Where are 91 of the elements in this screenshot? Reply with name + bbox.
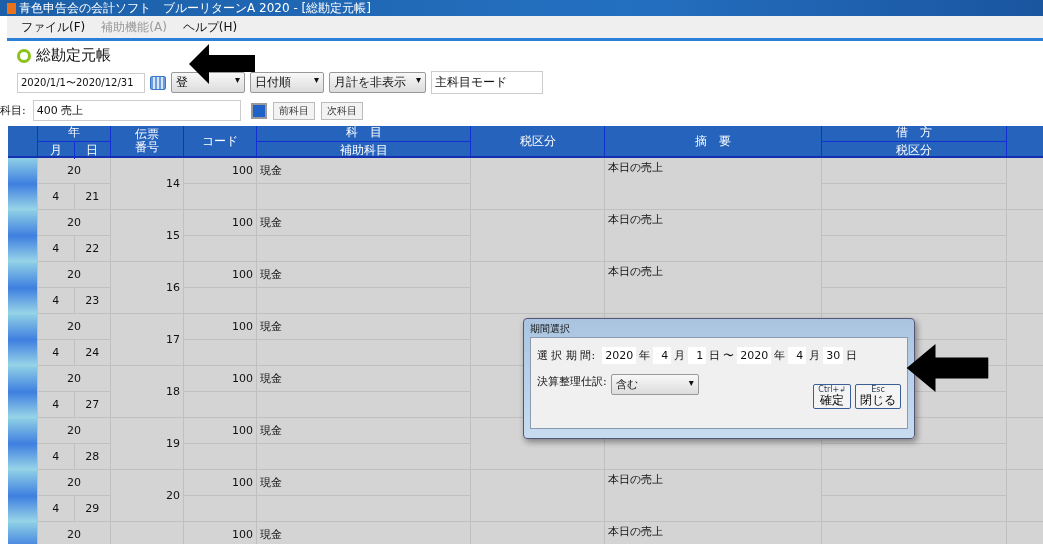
unit-label: 年 xyxy=(639,348,651,363)
table-cell-text: 4 xyxy=(51,293,61,309)
dialog-button[interactable]: Esc 閉じる xyxy=(855,384,901,409)
column-header: 摘 要 xyxy=(604,126,821,156)
table-cell: 現金 xyxy=(257,366,470,392)
table-cell: 20 xyxy=(38,314,110,340)
unit-label: 月 xyxy=(674,348,686,363)
table-cell: 20 xyxy=(38,470,110,496)
window-title: 青色申告会の会計ソフト ブルーリターンA 2020 - [総勘定元帳] xyxy=(19,0,371,17)
nav-button[interactable]: 前科目 xyxy=(272,101,315,120)
table-cell: 現金 xyxy=(257,470,470,496)
page-title: 総勘定元帳 xyxy=(36,46,111,65)
table-cell: 28 xyxy=(73,444,110,469)
table-cell-text: 4 xyxy=(51,241,61,257)
table-cell: 20 xyxy=(38,522,110,544)
column-header: 月 xyxy=(48,141,63,159)
closing-dropdown[interactable]: 含む ▾ xyxy=(610,374,699,395)
table-cell: 20 xyxy=(38,262,110,288)
account-field[interactable]: 400 売上 xyxy=(32,100,241,121)
calendar-icon[interactable] xyxy=(150,75,166,90)
table-cell: 現金 xyxy=(257,522,470,544)
table-cell-text: 4 xyxy=(51,397,61,413)
month-field[interactable]: 4 xyxy=(653,347,672,364)
menu-item[interactable]: ファイル(F) xyxy=(21,18,86,36)
dropdown[interactable]: 月計を非表示 ▾ xyxy=(329,72,427,93)
square-icon[interactable] xyxy=(250,102,267,119)
dropdown[interactable]: 日付順 ▾ xyxy=(250,72,324,93)
table-cell: 現金 xyxy=(257,262,470,288)
unit-label: 月 xyxy=(809,348,821,363)
arrow-annotation-icon xyxy=(905,344,990,392)
month-field[interactable]: 4 xyxy=(788,347,807,364)
table-cell: 100 xyxy=(184,470,256,496)
table-cell: 100 xyxy=(184,314,256,340)
unit-label: 日 xyxy=(709,348,721,363)
table-cell: 23 xyxy=(73,288,110,313)
circle-icon xyxy=(17,48,31,63)
table-cell: 100 xyxy=(184,262,256,288)
row-marker xyxy=(8,366,37,418)
account-label: 科目: xyxy=(0,103,26,118)
row-marker xyxy=(8,418,37,470)
table-cell: 100 xyxy=(184,158,256,184)
row-marker xyxy=(8,158,37,210)
day-field[interactable]: 1 xyxy=(688,347,707,364)
column-header: コード xyxy=(183,126,256,156)
table-cell: 100 xyxy=(184,418,256,444)
period-label: 選 択 期 間: xyxy=(537,348,596,363)
table-cell: 22 xyxy=(73,236,110,261)
day-field[interactable]: 30 xyxy=(823,347,844,364)
table-cell-text: 4 xyxy=(51,501,61,517)
table-cell: 20 xyxy=(38,418,110,444)
table-cell: 20 xyxy=(38,210,110,236)
dialog-button[interactable]: Ctrl+↲ 確定 xyxy=(813,384,851,409)
period-field[interactable]: 2020/1/1〜2020/12/31 xyxy=(17,72,145,93)
table-cell-text: 4 xyxy=(51,449,61,465)
arrow-annotation-icon xyxy=(189,44,255,84)
app-logo-icon xyxy=(7,2,16,14)
table-cell: 100 xyxy=(184,522,256,544)
table-cell: 100 xyxy=(184,210,256,236)
column-header: 年 xyxy=(67,123,81,141)
closing-label: 決算整理仕訳: xyxy=(537,374,607,389)
column-header: 借 方 xyxy=(895,123,933,141)
table-cell: 20 xyxy=(38,366,110,392)
table-cell: 現金 xyxy=(257,158,470,184)
table-cell: 100 xyxy=(184,366,256,392)
row-marker xyxy=(8,262,37,314)
table-cell-text: 4 xyxy=(51,345,61,361)
year-field[interactable]: 2020 xyxy=(737,347,772,364)
table-cell-text: 4 xyxy=(51,189,61,205)
table-cell: 24 xyxy=(73,340,110,365)
nav-button[interactable]: 次科目 xyxy=(320,101,363,120)
year-field[interactable]: 2020 xyxy=(602,347,637,364)
table-cell: 20 xyxy=(38,158,110,184)
tilde-text: 〜 xyxy=(723,348,735,363)
dropdown[interactable]: 登 ▾ xyxy=(171,72,245,93)
row-marker xyxy=(8,314,37,366)
table-cell: 現金 xyxy=(257,314,470,340)
table-cell: 現金 xyxy=(257,418,470,444)
column-header: 伝票番号 xyxy=(110,126,183,156)
table-cell: 27 xyxy=(73,392,110,417)
menu-item[interactable]: ヘルプ(H) xyxy=(182,18,238,36)
table-cell: 29 xyxy=(73,496,110,521)
unit-label: 日 xyxy=(846,348,858,363)
unit-label: 年 xyxy=(774,348,786,363)
table-cell: 本日の売上 xyxy=(604,522,821,544)
column-header: 科 目 xyxy=(344,123,383,141)
row-marker xyxy=(8,210,37,262)
mode-field: 主科目モード xyxy=(431,71,544,94)
dialog-title: 期間選択 xyxy=(530,322,571,336)
table-cell: 21 xyxy=(73,184,110,209)
table-cell: 現金 xyxy=(257,210,470,236)
column-header: 税区分 xyxy=(470,126,604,156)
